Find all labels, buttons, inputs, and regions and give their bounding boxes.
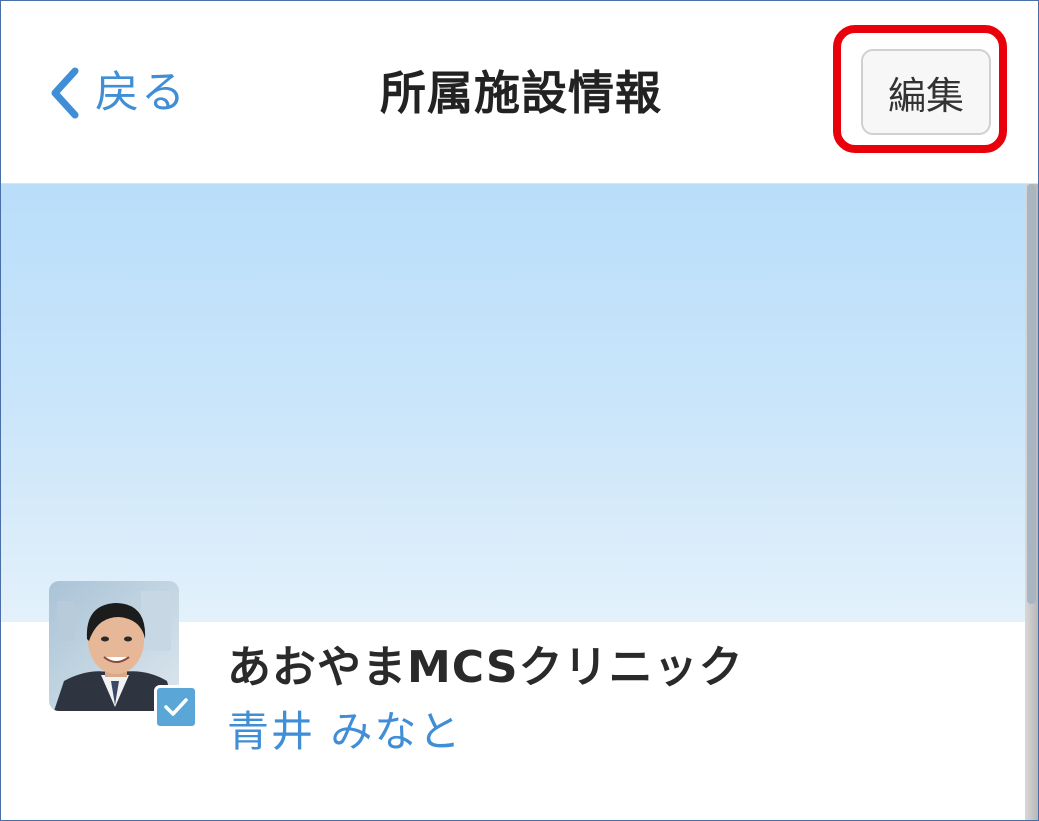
verified-badge (154, 685, 198, 729)
edit-button[interactable]: 編集 (861, 49, 991, 135)
scrollbar[interactable] (1025, 184, 1038, 820)
chevron-left-icon (51, 67, 79, 119)
cover-image (1, 184, 1025, 622)
scrollbar-thumb[interactable] (1027, 184, 1036, 604)
app-frame: 戻る 所属施設情報 編集 あおやまMCSクリニック 青井 みなと (0, 0, 1039, 821)
navigation-header: 戻る 所属施設情報 編集 (1, 1, 1038, 184)
page-title: 所属施設情報 (380, 66, 662, 120)
check-icon (164, 698, 188, 716)
back-label: 戻る (95, 67, 187, 118)
back-button[interactable]: 戻る (47, 61, 187, 125)
user-name-link[interactable]: 青井 みなと (227, 701, 462, 763)
clinic-name: あおやまMCSクリニック (227, 642, 744, 693)
